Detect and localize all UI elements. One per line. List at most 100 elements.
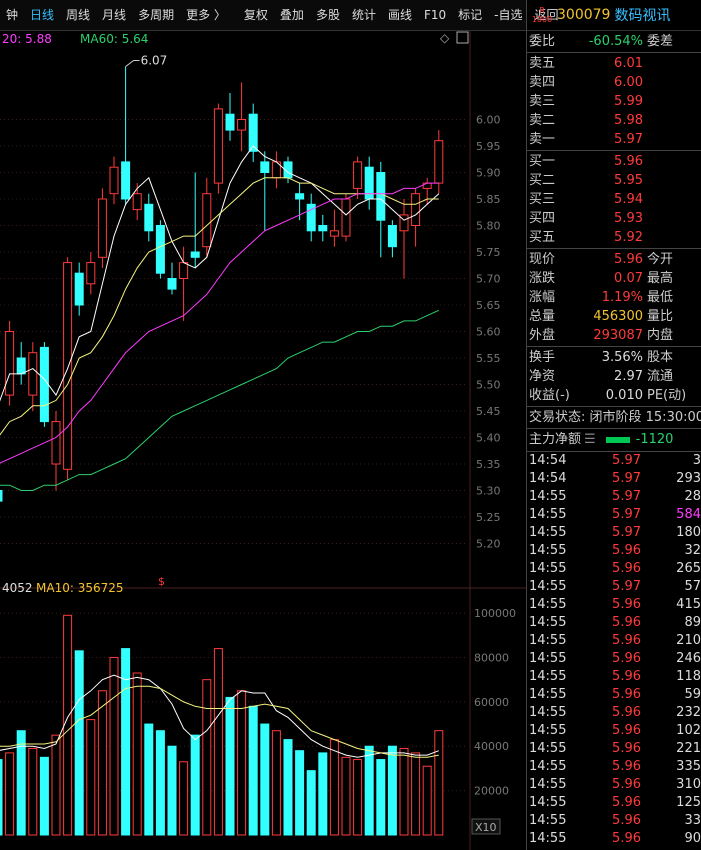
volume-bar-up[interactable] <box>63 614 73 836</box>
candle-up[interactable] <box>411 193 421 226</box>
toolbar-button-13[interactable]: -自选 <box>488 0 528 30</box>
volume-bar-down[interactable] <box>318 752 328 836</box>
volume-bar-down[interactable] <box>0 759 3 836</box>
ask-level-4[interactable]: 卖四 6.00 <box>527 73 701 92</box>
maximize-icon[interactable] <box>456 31 469 44</box>
candle-up[interactable] <box>5 331 15 396</box>
candle-up[interactable] <box>63 262 73 470</box>
volume-bar-up[interactable] <box>329 739 339 836</box>
stat-row-3[interactable]: 总量 456300 量比 <box>527 307 701 326</box>
candle-up[interactable] <box>97 198 107 258</box>
candle-down[interactable] <box>144 203 154 232</box>
volume-bar-up[interactable] <box>399 747 409 836</box>
candle-up[interactable] <box>434 140 444 184</box>
fund-row-0[interactable]: 换手 3.56% 股本 <box>527 348 701 367</box>
volume-bar-up[interactable] <box>411 752 421 836</box>
main-flow-row[interactable]: 主力净额 ☰ -1120 <box>527 429 701 452</box>
candle-down[interactable] <box>121 161 131 200</box>
ask-level-1[interactable]: 卖一 5.97 <box>527 130 701 149</box>
candle-up[interactable] <box>237 119 247 131</box>
volume-bar-up[interactable] <box>434 730 444 836</box>
volume-bar-down[interactable] <box>39 756 49 836</box>
volume-bar-down[interactable] <box>283 739 293 836</box>
volume-bar-down[interactable] <box>155 730 165 836</box>
stock-name[interactable]: 数码视讯 <box>614 5 670 25</box>
volume-bar-down[interactable] <box>260 723 270 836</box>
stat-row-2[interactable]: 涨幅 1.19% 最低 <box>527 288 701 307</box>
volume-bar-up[interactable] <box>179 761 189 836</box>
toolbar-button-6[interactable]: 复权 <box>238 0 274 30</box>
ask-level-3[interactable]: 卖三 5.99 <box>527 92 701 111</box>
candle-down[interactable] <box>364 166 374 200</box>
bid-level-2[interactable]: 买二 5.95 <box>527 171 701 190</box>
tick-list[interactable]: 14:54 5.97 3 14:54 5.97 293 14:55 5.97 28 14:55 5.… <box>527 452 701 848</box>
candle-up[interactable] <box>329 230 339 237</box>
toolbar-button-9[interactable]: 统计 <box>346 0 382 30</box>
event-marker[interactable]: $ <box>158 575 165 588</box>
volume-bar-up[interactable] <box>109 656 119 836</box>
bid-level-1[interactable]: 买一 5.96 <box>527 152 701 171</box>
volume-bar-down[interactable] <box>387 745 397 836</box>
candle-up[interactable] <box>28 352 38 396</box>
candle-down[interactable] <box>225 113 235 131</box>
bid-level-4[interactable]: 买四 5.93 <box>527 209 701 228</box>
toolbar-button-12[interactable]: 标记 <box>452 0 488 30</box>
candle-down[interactable] <box>0 490 3 502</box>
candle-down[interactable] <box>74 272 84 306</box>
toolbar-button-2[interactable]: 周线 <box>60 0 96 30</box>
bid-level-3[interactable]: 买三 5.94 <box>527 190 701 209</box>
toolbar-button-8[interactable]: 多股 <box>310 0 346 30</box>
volume-bar-down[interactable] <box>74 650 84 836</box>
candle-up[interactable] <box>51 421 61 465</box>
candle-up[interactable] <box>353 161 363 189</box>
toolbar-button-3[interactable]: 月线 <box>96 0 132 30</box>
ask-level-2[interactable]: 卖二 5.98 <box>527 111 701 130</box>
volume-bar-up[interactable] <box>5 752 15 836</box>
volume-bar-up[interactable] <box>202 679 212 836</box>
candle-down[interactable] <box>190 251 200 258</box>
volume-bar-up[interactable] <box>97 690 107 836</box>
stock-code[interactable]: 300079 <box>557 7 610 23</box>
volume-bar-down[interactable] <box>167 745 177 836</box>
volume-bar-up[interactable] <box>422 765 432 836</box>
volume-bar-down[interactable] <box>121 648 131 836</box>
volume-bar-down[interactable] <box>364 745 374 836</box>
candle-down[interactable] <box>167 278 177 290</box>
diamond-icon[interactable]: ◇ <box>440 31 450 45</box>
volume-bar-up[interactable] <box>86 719 96 836</box>
fund-row-2[interactable]: 收益(-) 0.010 PE(动) <box>527 386 701 405</box>
volume-bar-down[interactable] <box>376 759 386 836</box>
candle-down[interactable] <box>295 193 305 200</box>
volume-bar-up[interactable] <box>28 747 38 836</box>
toolbar-button-5[interactable]: 更多 〉 <box>180 0 232 30</box>
volume-bar-up[interactable] <box>237 690 247 836</box>
candle-up[interactable] <box>213 108 223 184</box>
fund-row-1[interactable]: 净资 2.97 流通 <box>527 367 701 386</box>
stat-row-0[interactable]: 现价 5.96 今开 <box>527 250 701 269</box>
stat-row-4[interactable]: 外盘 293087 内盘 <box>527 326 701 345</box>
volume-bar-down[interactable] <box>225 696 235 836</box>
toolbar-button-10[interactable]: 画线 <box>382 0 418 30</box>
candle-up[interactable] <box>109 166 119 195</box>
toolbar-button-4[interactable]: 多周期 <box>132 0 180 30</box>
candle-up[interactable] <box>132 193 142 211</box>
volume-bar-down[interactable] <box>190 734 200 836</box>
candle-down[interactable] <box>260 161 270 173</box>
volume-bar-up[interactable] <box>271 730 281 836</box>
candle-up[interactable] <box>341 198 351 237</box>
toolbar-button-1[interactable]: 日线 <box>24 0 60 30</box>
volume-bar-up[interactable] <box>213 648 223 836</box>
candle-down[interactable] <box>16 357 26 375</box>
ask-level-5[interactable]: 卖五 6.01 <box>527 54 701 73</box>
candlestick-chart[interactable]: 6.00 5.95 5.90 5.85 5.80 5.75 5.70 5.65 5.60 5.55… <box>0 30 526 850</box>
volume-bar-up[interactable] <box>341 756 351 836</box>
candle-down[interactable] <box>39 346 49 423</box>
toolbar-button-11[interactable]: F10 <box>418 0 452 30</box>
volume-bar-up[interactable] <box>132 672 142 836</box>
candle-up[interactable] <box>202 193 212 248</box>
candle-down[interactable] <box>155 225 165 274</box>
bid-level-5[interactable]: 买五 5.92 <box>527 228 701 247</box>
candle-down[interactable] <box>376 172 386 221</box>
candle-up[interactable] <box>86 262 96 285</box>
candle-up[interactable] <box>179 262 189 280</box>
